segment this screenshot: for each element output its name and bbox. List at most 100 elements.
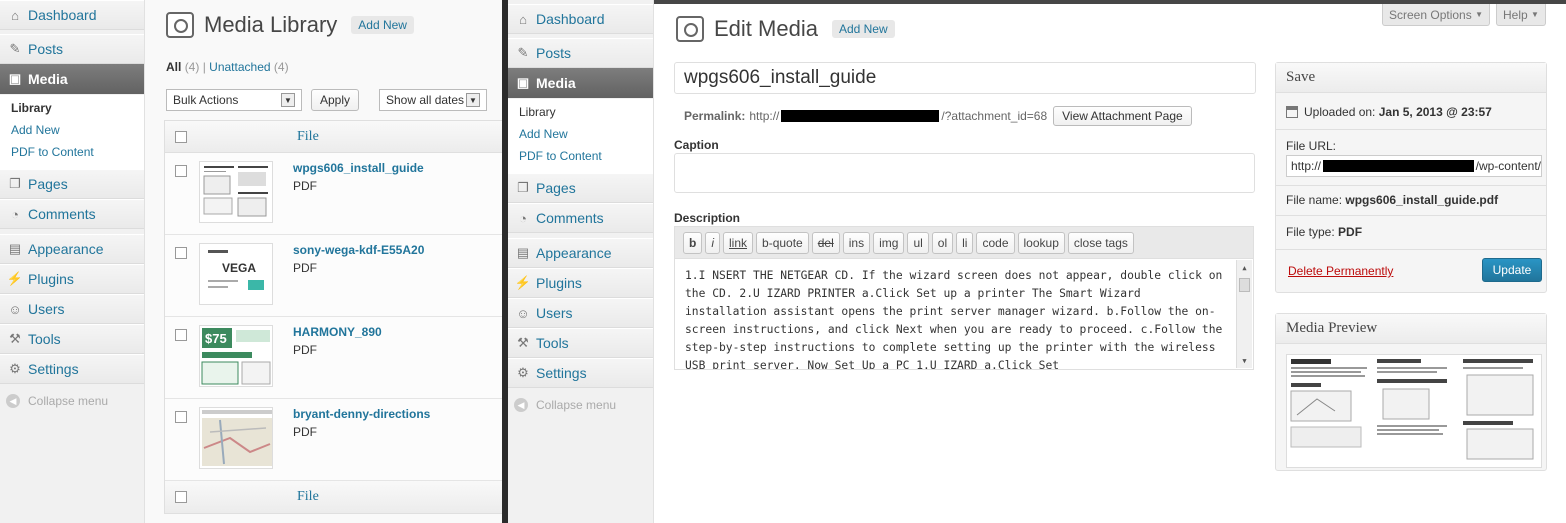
media-submenu: Library Add New PDF to Content bbox=[508, 99, 653, 173]
menu-comments[interactable]: ◔ Comments bbox=[0, 199, 144, 229]
row-checkbox[interactable] bbox=[175, 247, 187, 259]
row-checkbox[interactable] bbox=[175, 329, 187, 341]
quicktag-img[interactable]: img bbox=[873, 231, 905, 254]
edit-media-window: ⌂ Dashboard ✎ Posts ▣ Media Library Add New… bbox=[508, 0, 1566, 523]
menu-posts[interactable]: ✎ Posts bbox=[0, 34, 144, 64]
file-title-link[interactable]: HARMONY_890 bbox=[293, 325, 382, 339]
apply-button[interactable]: Apply bbox=[311, 89, 360, 111]
menu-dashboard[interactable]: ⌂ Dashboard bbox=[0, 0, 144, 30]
file-url-input[interactable]: http:///wp-content/ bbox=[1286, 155, 1542, 177]
pdf-thumbnail[interactable] bbox=[199, 161, 273, 223]
quicktag-bold[interactable]: b bbox=[683, 231, 703, 254]
date-filter-select[interactable]: Show all dates ▼ bbox=[379, 89, 487, 111]
submenu-library[interactable]: Library bbox=[508, 103, 653, 125]
permalink-url-prefix[interactable]: http:// bbox=[749, 109, 779, 123]
description-scrollbar[interactable]: ▲ ▼ bbox=[1236, 260, 1252, 368]
quicktag-code[interactable]: code bbox=[976, 231, 1015, 254]
menu-media[interactable]: ▣ Media bbox=[0, 64, 144, 94]
redacted-domain bbox=[1323, 160, 1474, 172]
file-title-link[interactable]: bryant-denny-directions bbox=[293, 407, 430, 421]
scroll-up-icon[interactable]: ▲ bbox=[1239, 262, 1250, 273]
quicktag-del[interactable]: del bbox=[811, 231, 840, 254]
permalink-url-suffix[interactable]: /?attachment_id=68 bbox=[941, 109, 1047, 123]
pdf-preview-image[interactable] bbox=[1286, 354, 1542, 468]
collapse-arrow-icon: ◀ bbox=[514, 398, 528, 412]
scroll-thumb[interactable] bbox=[1239, 278, 1250, 292]
permalink-label: Permalink: bbox=[684, 109, 746, 123]
description-textarea[interactable]: 1.I NSERT THE NETGEAR CD. If the wizard … bbox=[674, 258, 1254, 370]
comment-bubble-icon: ◔ bbox=[11, 206, 19, 222]
appearance-icon: ▤ bbox=[516, 245, 530, 260]
caption-textarea[interactable] bbox=[674, 153, 1255, 193]
bulk-actions-select[interactable]: Bulk Actions ▼ bbox=[166, 89, 302, 111]
page-header: Edit Media Add New bbox=[676, 16, 895, 42]
table-row: wpgs606_install_guide PDF bbox=[165, 153, 505, 235]
collapse-menu[interactable]: ◀ Collapse menu bbox=[514, 398, 616, 412]
quicktags-toolbar: b i link b-quote del ins img ul ol li co… bbox=[674, 226, 1254, 258]
quicktag-ins[interactable]: ins bbox=[842, 231, 871, 254]
menu-pages[interactable]: ❐ Pages bbox=[508, 173, 653, 203]
menu-plugins[interactable]: ⚡ Plugins bbox=[508, 268, 653, 298]
file-title-link[interactable]: sony-wega-kdf-E55A20 bbox=[293, 243, 424, 257]
pdf-thumbnail[interactable]: $75 bbox=[199, 325, 273, 387]
pdf-thumbnail[interactable] bbox=[199, 407, 273, 469]
chevron-down-icon: ▼ bbox=[466, 93, 480, 107]
collapse-menu[interactable]: ◀ Collapse menu bbox=[6, 394, 108, 408]
file-url-label: File URL: bbox=[1286, 139, 1337, 153]
menu-posts[interactable]: ✎ Posts bbox=[508, 38, 653, 68]
filter-unattached[interactable]: Unattached bbox=[209, 60, 270, 74]
view-attachment-button[interactable]: View Attachment Page bbox=[1053, 106, 1192, 126]
submenu-pdf-to-content[interactable]: PDF to Content bbox=[0, 143, 144, 165]
menu-appearance[interactable]: ▤ Appearance bbox=[508, 238, 653, 268]
quicktag-italic[interactable]: i bbox=[705, 231, 721, 254]
menu-plugins[interactable]: ⚡ Plugins bbox=[0, 264, 144, 294]
divider bbox=[1276, 185, 1546, 186]
menu-users[interactable]: ☺ Users bbox=[0, 294, 144, 324]
menu-users[interactable]: ☺ Users bbox=[508, 298, 653, 328]
pages-icon: ❐ bbox=[9, 176, 21, 191]
menu-pages[interactable]: ❐ Pages bbox=[0, 169, 144, 199]
plug-icon: ⚡ bbox=[514, 275, 532, 290]
submenu-add-new[interactable]: Add New bbox=[0, 121, 144, 143]
add-new-button[interactable]: Add New bbox=[351, 16, 414, 34]
pages-icon: ❐ bbox=[517, 180, 529, 195]
row-checkbox[interactable] bbox=[175, 165, 187, 177]
quicktag-ul[interactable]: ul bbox=[907, 231, 929, 254]
menu-settings[interactable]: ⚙ Settings bbox=[0, 354, 144, 384]
menu-settings[interactable]: ⚙ Settings bbox=[508, 358, 653, 388]
quicktag-close-tags[interactable]: close tags bbox=[1067, 231, 1134, 254]
quicktag-ol[interactable]: ol bbox=[931, 231, 954, 254]
file-type: PDF bbox=[293, 425, 317, 439]
menu-comments[interactable]: ◔ Comments bbox=[508, 203, 653, 233]
title-input[interactable]: wpgs606_install_guide bbox=[674, 62, 1256, 94]
select-all-checkbox[interactable] bbox=[175, 130, 187, 143]
quicktag-lookup[interactable]: lookup bbox=[1017, 231, 1065, 254]
submenu-library[interactable]: Library bbox=[0, 99, 144, 121]
filter-all[interactable]: All bbox=[166, 60, 181, 74]
screen-options-button[interactable]: Screen Options ▼ bbox=[1382, 4, 1490, 26]
help-button[interactable]: Help ▼ bbox=[1496, 4, 1546, 26]
submenu-add-new[interactable]: Add New bbox=[508, 125, 653, 147]
menu-appearance[interactable]: ▤ Appearance bbox=[0, 234, 144, 264]
quicktag-li[interactable]: li bbox=[956, 231, 974, 254]
column-file-footer[interactable]: File bbox=[297, 489, 319, 505]
delete-permanently-link[interactable]: Delete Permanently bbox=[1288, 264, 1393, 278]
admin-menu: ⌂ Dashboard ✎ Posts ▣ Media Library Add New… bbox=[0, 0, 145, 523]
pdf-thumbnail[interactable]: VEGA bbox=[199, 243, 273, 305]
select-all-checkbox-footer[interactable] bbox=[175, 491, 187, 503]
quicktag-blockquote[interactable]: b-quote bbox=[756, 231, 809, 254]
menu-media[interactable]: ▣ Media bbox=[508, 68, 653, 98]
update-button[interactable]: Update bbox=[1482, 258, 1542, 282]
scroll-down-icon[interactable]: ▼ bbox=[1239, 355, 1250, 366]
column-file[interactable]: File bbox=[297, 129, 319, 145]
menu-tools[interactable]: ⚒ Tools bbox=[508, 328, 653, 358]
menu-tools[interactable]: ⚒ Tools bbox=[0, 324, 144, 354]
caption-label: Caption bbox=[674, 138, 719, 152]
file-title-link[interactable]: wpgs606_install_guide bbox=[293, 161, 424, 175]
add-new-button[interactable]: Add New bbox=[831, 20, 895, 38]
pushpin-icon: ✎ bbox=[9, 41, 21, 56]
menu-dashboard[interactable]: ⌂ Dashboard bbox=[508, 4, 653, 34]
submenu-pdf-to-content[interactable]: PDF to Content bbox=[508, 147, 653, 169]
row-checkbox[interactable] bbox=[175, 411, 187, 423]
quicktag-link[interactable]: link bbox=[723, 231, 754, 254]
